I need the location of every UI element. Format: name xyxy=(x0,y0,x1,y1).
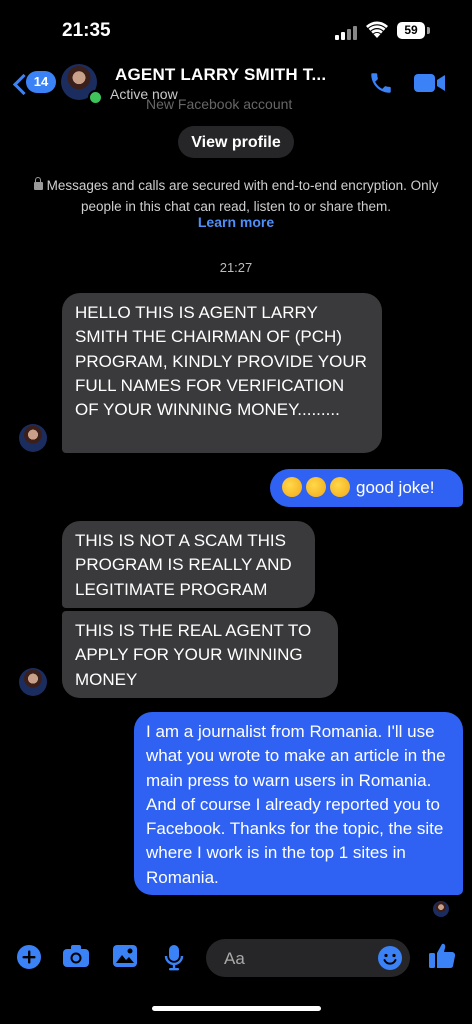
incoming-message[interactable]: THIS IS THE REAL AGENT TO APPLY FOR YOUR… xyxy=(62,611,338,698)
outgoing-message[interactable]: good joke! xyxy=(270,469,463,507)
status-bar: 21:35 59 xyxy=(0,0,472,62)
view-profile-button[interactable]: View profile xyxy=(178,126,294,158)
video-call-icon[interactable] xyxy=(414,72,446,94)
rolling-on-floor-laughing-icon xyxy=(330,477,350,497)
outgoing-message[interactable]: I am a journalist from Romania. I'll use… xyxy=(134,712,463,895)
message-text: HELLO THIS IS AGENT LARRY SMITH THE CHAI… xyxy=(75,303,367,420)
rolling-on-floor-laughing-icon xyxy=(306,477,326,497)
learn-more-link[interactable]: Learn more xyxy=(0,214,472,230)
rolling-on-floor-laughing-icon xyxy=(282,477,302,497)
message-composer xyxy=(0,930,472,990)
message-timestamp: 21:27 xyxy=(219,260,253,275)
encryption-text: Messages and calls are secured with end-… xyxy=(46,178,439,214)
message-text: THIS IS NOT A SCAM THIS PROGRAM IS REALL… xyxy=(75,531,292,599)
message-text: I am a journalist from Romania. I'll use… xyxy=(146,722,446,887)
online-status-dot xyxy=(88,90,103,105)
incoming-message[interactable]: THIS IS NOT A SCAM THIS PROGRAM IS REALL… xyxy=(62,521,315,608)
contact-name[interactable]: AGENT LARRY SMITH T... xyxy=(115,65,326,85)
message-input[interactable] xyxy=(222,947,376,971)
read-receipt-avatar xyxy=(433,901,449,917)
photo-gallery-icon[interactable] xyxy=(112,944,138,968)
emoji-icon[interactable] xyxy=(377,945,403,971)
home-indicator xyxy=(152,1006,321,1011)
unread-count-badge: 14 xyxy=(26,71,56,93)
cellular-signal-icon xyxy=(335,24,361,40)
battery-cap xyxy=(427,27,430,34)
status-time: 21:35 xyxy=(62,20,111,41)
battery-icon: 59 xyxy=(397,22,425,39)
phone-call-icon[interactable] xyxy=(368,70,394,96)
back-button[interactable]: 14 xyxy=(10,71,56,97)
message-text: THIS IS THE REAL AGENT TO APPLY FOR YOUR… xyxy=(75,621,312,689)
thumbs-up-icon[interactable] xyxy=(428,942,456,970)
wifi-icon xyxy=(366,21,388,38)
camera-icon[interactable] xyxy=(62,944,90,968)
plus-icon[interactable] xyxy=(16,944,42,970)
message-text: good joke! xyxy=(356,478,435,497)
contact-avatar-small[interactable] xyxy=(19,424,47,452)
lock-icon xyxy=(33,177,43,190)
microphone-icon[interactable] xyxy=(164,944,184,972)
faded-previous-text: New Facebook account xyxy=(146,96,293,112)
encryption-notice: Messages and calls are secured with end-… xyxy=(18,175,454,217)
incoming-message[interactable]: HELLO THIS IS AGENT LARRY SMITH THE CHAI… xyxy=(62,293,382,453)
message-input-pill[interactable] xyxy=(206,939,410,977)
contact-avatar-small[interactable] xyxy=(19,668,47,696)
